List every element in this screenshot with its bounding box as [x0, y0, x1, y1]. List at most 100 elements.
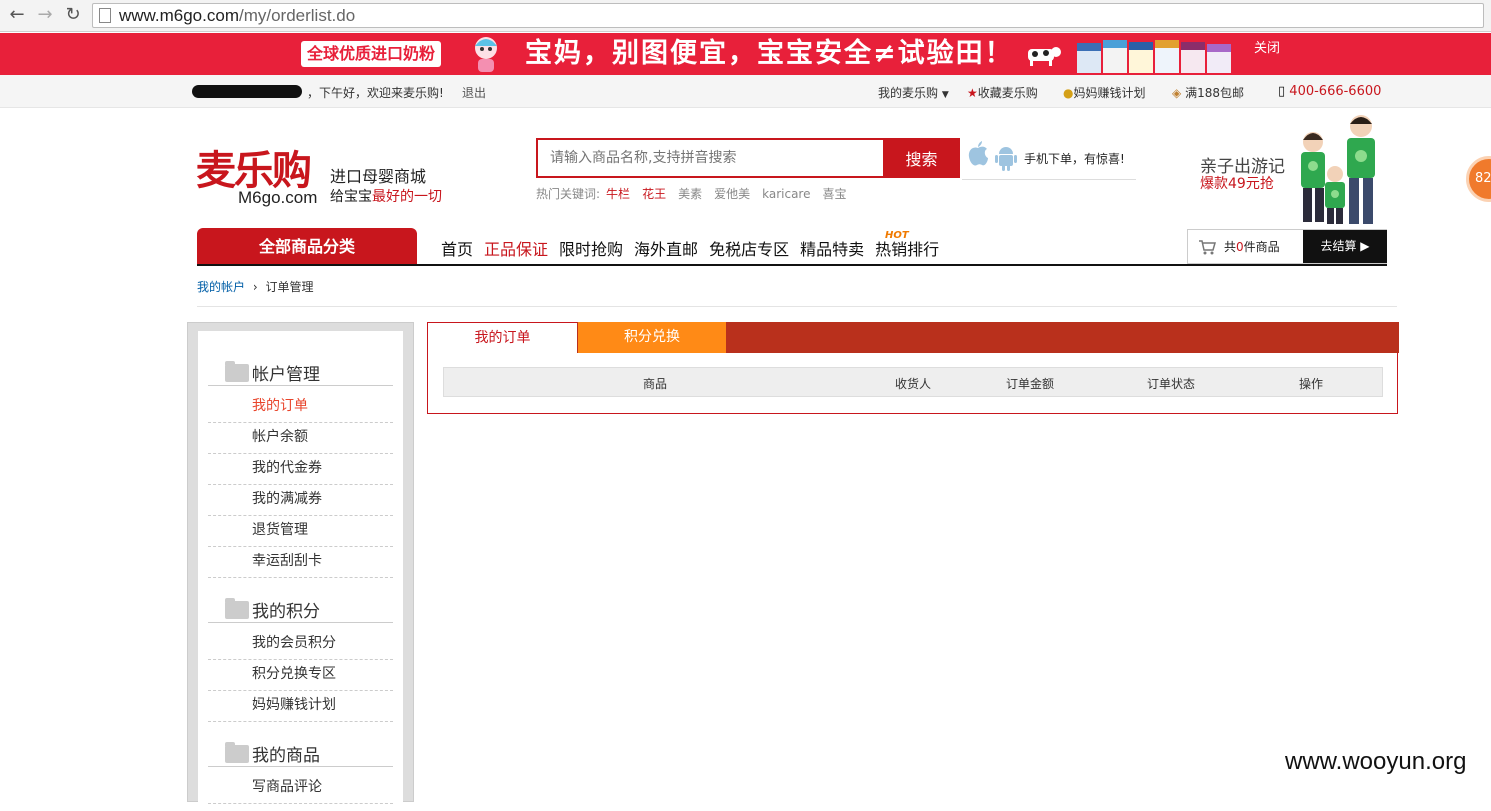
nav-item-home[interactable]: 首页: [441, 236, 473, 260]
hot-keyword[interactable]: karicare: [762, 187, 810, 201]
redacted-username: [192, 85, 302, 98]
address-bar[interactable]: www.m6go.com/my/orderlist.do: [92, 3, 1484, 28]
search-box: 搜索: [536, 138, 960, 178]
sidebar-section-points: 我的积分: [208, 595, 393, 623]
sidebar-item-scratch-card[interactable]: 幸运刮刮卡: [208, 547, 393, 578]
cart-icon: [1199, 240, 1216, 255]
tab-my-orders[interactable]: 我的订单: [428, 322, 577, 353]
my-account-label: 我的麦乐购: [878, 86, 939, 100]
browser-toolbar: ← → ↻ www.m6go.com/my/orderlist.do: [0, 0, 1491, 32]
account-sidebar: 帐户管理 我的订单 帐户余额 我的代金券 我的满减券 退货管理 幸运刮刮卡 我的…: [187, 322, 414, 811]
android-icon: [995, 147, 1017, 171]
banner-tag: 全球优质进口奶粉: [301, 41, 442, 67]
orders-panel: 我的订单 积分兑换 商品 收货人 订单金额 订单状态 操作: [427, 322, 1399, 414]
logout-link[interactable]: 退出: [462, 84, 486, 101]
cart-prefix: 共: [1224, 240, 1237, 254]
floating-counter-badge[interactable]: 82: [1466, 156, 1491, 202]
sidebar-item-balance[interactable]: 帐户余额: [208, 423, 393, 454]
checkout-button[interactable]: 去结算 ▶: [1303, 230, 1387, 263]
phone-info: ▯ 400-666-6600: [1278, 84, 1381, 99]
nav-item-duty-free[interactable]: 免税店专区: [709, 236, 789, 260]
earn-plan-label: 妈妈赚钱计划: [1073, 86, 1146, 100]
phone-icon: ▯: [1278, 84, 1286, 99]
search-input[interactable]: [538, 140, 883, 176]
baby-mascot-icon: [475, 37, 497, 72]
sidebar-section-account: 帐户管理: [208, 358, 393, 386]
forward-arrow-icon[interactable]: →: [34, 4, 56, 26]
tagline-primary: 进口母婴商城: [330, 167, 427, 186]
hot-keyword[interactable]: 美素: [678, 187, 702, 201]
hot-keyword[interactable]: 花王: [642, 187, 666, 201]
promo-subtitle[interactable]: 爆款49元抢: [1200, 173, 1274, 193]
earn-plan-link[interactable]: ●妈妈赚钱计划: [1063, 84, 1146, 101]
sidebar-section-title: 我的积分: [252, 602, 320, 622]
column-header-actions: 操作: [1299, 377, 1324, 391]
my-account-menu[interactable]: 我的麦乐购 ▼: [878, 84, 949, 101]
favorite-link[interactable]: ★收藏麦乐购: [967, 84, 1038, 101]
orders-tab-bar: 我的订单 积分兑换: [428, 322, 1399, 353]
column-header-product: 商品: [643, 377, 668, 391]
tagline-highlight: 最好的一切: [372, 189, 442, 205]
nav-item-overseas[interactable]: 海外直邮: [634, 236, 698, 260]
sidebar-item-points-exchange[interactable]: 积分兑换专区: [208, 660, 393, 691]
nav-item-flash-sale[interactable]: 限时抢购: [559, 236, 623, 260]
reload-icon[interactable]: ↻: [62, 4, 84, 26]
sidebar-section-title: 帐户管理: [252, 365, 320, 385]
banner-close-button[interactable]: 关闭: [1254, 37, 1280, 56]
column-header-recipient: 收货人: [895, 377, 932, 391]
banner-slogan: 宝妈，别图便宜，宝宝安全≠试验田！: [525, 38, 1014, 69]
hot-keywords: 热门关键词: 牛栏 花王 美素 爱他美 karicare 喜宝: [536, 185, 859, 202]
favorite-label: 收藏麦乐购: [977, 86, 1038, 100]
folder-icon: [225, 361, 249, 382]
tab-points-exchange[interactable]: 积分兑换: [578, 322, 726, 353]
package-icon: ◈: [1172, 86, 1182, 100]
breadcrumb-current: 订单管理: [265, 280, 314, 294]
hot-keyword[interactable]: 喜宝: [822, 187, 846, 201]
milk-cans-icon: [1077, 40, 1231, 73]
apple-icon: [968, 141, 988, 166]
tagline-secondary: 给宝宝最好的一切: [330, 186, 442, 206]
chevron-down-icon: ▼: [941, 90, 949, 100]
sidebar-section-products: 我的商品: [208, 739, 393, 767]
mobile-promo-text: 手机下单，有惊喜!: [1024, 152, 1125, 166]
back-arrow-icon[interactable]: ←: [6, 4, 28, 26]
sidebar-inner: 帐户管理 我的订单 帐户余额 我的代金券 我的满减券 退货管理 幸运刮刮卡 我的…: [198, 331, 403, 811]
cart-suffix: 件商品: [1243, 240, 1280, 254]
main-nav: 首页 正品保证 限时抢购 海外直邮 免税店专区 精品特卖 热销排行: [441, 236, 950, 260]
url-path: /my/orderlist.do: [238, 6, 356, 25]
sidebar-item-my-orders[interactable]: 我的订单: [208, 392, 393, 423]
page-icon: [99, 8, 111, 23]
hot-badge: HOT: [885, 230, 909, 241]
column-header-amount: 订单金额: [1006, 377, 1055, 391]
sidebar-item-member-points[interactable]: 我的会员积分: [208, 629, 393, 660]
cart-widget[interactable]: 共0件商品 去结算 ▶: [1187, 229, 1387, 264]
hot-keyword[interactable]: 爱他美: [714, 187, 750, 201]
tagline-prefix: 给宝宝: [330, 189, 372, 205]
folder-icon: [225, 742, 249, 763]
url-host: www.m6go.com: [119, 6, 239, 25]
coin-icon: ●: [1063, 86, 1074, 100]
url-text: www.m6go.com/my/orderlist.do: [119, 6, 355, 26]
all-categories-button[interactable]: 全部商品分类: [197, 228, 417, 265]
breadcrumb-root[interactable]: 我的帐户: [197, 280, 245, 294]
sidebar-item-earn-plan[interactable]: 妈妈赚钱计划: [208, 691, 393, 722]
caret-right-icon: ▶: [1360, 239, 1370, 253]
nav-item-special-sale[interactable]: 精品特卖: [800, 236, 864, 260]
sidebar-item-coupons[interactable]: 我的满减券: [208, 485, 393, 516]
nav-divider: [197, 264, 1387, 266]
ad-banner[interactable]: 全球优质进口奶粉 宝妈，别图便宜，宝宝安全≠试验田！ 关闭: [0, 33, 1491, 75]
sidebar-item-vouchers[interactable]: 我的代金券: [208, 454, 393, 485]
free-shipping-link[interactable]: ◈ 满188包邮: [1172, 84, 1244, 101]
mobile-promo[interactable]: 手机下单，有惊喜!: [962, 138, 1136, 180]
hot-keyword[interactable]: 牛栏: [606, 187, 630, 201]
hot-keywords-label: 热门关键词:: [536, 187, 601, 201]
family-promo-image[interactable]: [1285, 112, 1390, 228]
orders-table-header: 商品 收货人 订单金额 订单状态 操作: [443, 367, 1383, 397]
search-button[interactable]: 搜索: [883, 138, 960, 178]
sidebar-item-returns[interactable]: 退货管理: [208, 516, 393, 547]
folder-icon: [225, 598, 249, 619]
nav-item-genuine[interactable]: 正品保证: [484, 236, 548, 260]
column-header-status: 订单状态: [1147, 377, 1196, 391]
sidebar-item-write-review[interactable]: 写商品评论: [208, 773, 393, 804]
breadcrumb-separator: ›: [252, 280, 258, 294]
